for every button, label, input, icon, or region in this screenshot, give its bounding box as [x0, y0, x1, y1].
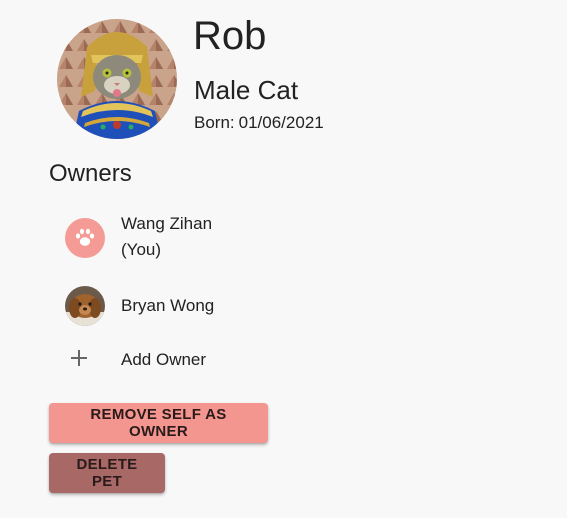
cat-pharaoh-image: [57, 19, 177, 139]
owner-avatar: [65, 218, 105, 258]
pet-type: Male Cat: [194, 75, 299, 105]
add-owner-label: Add Owner: [121, 350, 207, 369]
owner-avatar: [65, 286, 105, 326]
dog-photo: [65, 286, 105, 326]
pet-detail-page: Rob Male Cat Born: 01/06/2021 Owners Wang…: [0, 0, 567, 518]
plus-icon: [71, 350, 87, 366]
pet-born: Born: 01/06/2021: [194, 112, 324, 134]
owners-heading: Owners: [49, 160, 132, 187]
delete-pet-button[interactable]: Delete pet: [49, 453, 165, 493]
owner-note: (You): [121, 240, 162, 259]
owner-list-item: Bryan Wong: [49, 284, 449, 328]
born-label: Born:: [194, 113, 235, 132]
add-owner-button[interactable]: Add Owner: [49, 344, 449, 378]
owner-list-item: Wang Zihan (You): [49, 210, 449, 266]
pet-photo: [57, 19, 177, 139]
born-date: 01/06/2021: [238, 113, 324, 132]
remove-self-owner-button[interactable]: Remove self as owner: [49, 403, 268, 443]
paw-icon: [75, 228, 95, 246]
pet-name: Rob: [193, 14, 267, 58]
owner-name-block: Wang Zihan (You): [121, 211, 212, 263]
owner-name: Bryan Wong: [121, 296, 215, 315]
owner-name: Wang Zihan: [121, 214, 213, 233]
